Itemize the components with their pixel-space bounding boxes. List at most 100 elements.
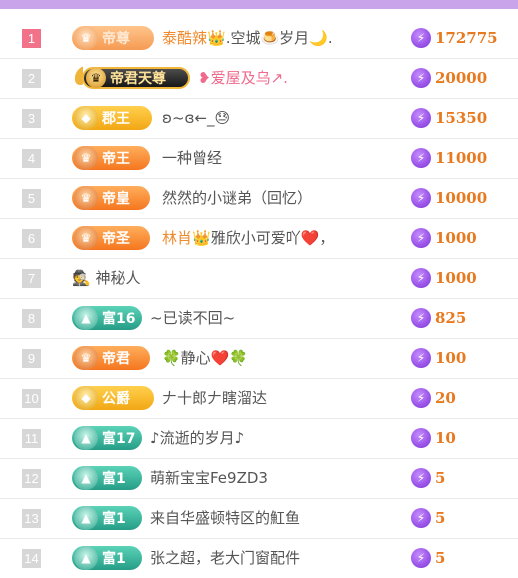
rank-number: 6 xyxy=(22,229,41,248)
lightning-coin-icon: ⚡ xyxy=(411,308,431,328)
user-name[interactable]: 然然的小谜弟（回忆） xyxy=(162,179,312,218)
crest-icon: ♛ xyxy=(74,186,98,210)
contribution-amount: 1000 xyxy=(435,269,477,287)
user-name[interactable]: 张之超，老大门窗配件 xyxy=(150,539,300,578)
crest-icon: ♛ xyxy=(74,346,98,370)
ranking-list: 1 ♛ 帝尊 泰酷辣👑.空城🍮岁月🌙. ⚡ 172775 2 ♛ 帝君天尊 ❥爱… xyxy=(0,19,518,578)
lightning-coin-icon: ⚡ xyxy=(411,348,431,368)
badge-label: 富1 xyxy=(102,511,126,527)
user-name-prefix: 林肖 xyxy=(162,229,193,247)
lightning-coin-icon: ⚡ xyxy=(411,468,431,488)
rank-number: 2 xyxy=(22,69,41,88)
crest-icon: ◆ xyxy=(74,106,98,130)
list-item[interactable]: 10 ◆ 公爵 𠂇十郎𠂇瞎溜达 ⚡ 20 xyxy=(0,379,518,419)
list-item[interactable]: 8 ▲ 富16 ~已读不回~ ⚡ 825 xyxy=(0,299,518,339)
lightning-coin-icon: ⚡ xyxy=(411,548,431,568)
level-badge: ▲ 富1 xyxy=(72,546,142,570)
wealth-icon: ▲ xyxy=(74,466,98,490)
list-item[interactable]: 1 ♛ 帝尊 泰酷辣👑.空城🍮岁月🌙. ⚡ 172775 xyxy=(0,19,518,59)
user-name[interactable]: 来自华盛顿特区的魟鱼 xyxy=(150,499,300,538)
contribution-amount: 5 xyxy=(435,549,446,567)
contribution-amount: 20000 xyxy=(435,69,488,87)
user-name[interactable]: 萌新宝宝Fe9ZD3 xyxy=(150,459,268,498)
rank-number: 4 xyxy=(22,149,41,168)
lightning-coin-icon: ⚡ xyxy=(411,428,431,448)
contribution-amount: 100 xyxy=(435,349,467,367)
list-item[interactable]: 5 ♛ 帝皇 然然的小谜弟（回忆） ⚡ 10000 xyxy=(0,179,518,219)
user-name[interactable]: 泰酷辣👑.空城🍮岁月🌙. xyxy=(162,19,333,58)
user-name[interactable]: ❥爱屋及乌↗. xyxy=(198,59,288,98)
rank-number: 9 xyxy=(22,349,41,368)
rank-number: 13 xyxy=(22,509,41,528)
lightning-coin-icon: ⚡ xyxy=(411,228,431,248)
contribution-amount: 1000 xyxy=(435,229,477,247)
user-name[interactable]: ~已读不回~ xyxy=(150,299,235,338)
rank-number: 1 xyxy=(22,29,41,48)
contribution-amount: 5 xyxy=(435,469,446,487)
level-badge: ♛ 帝尊 xyxy=(72,26,154,50)
list-item[interactable]: 9 ♛ 帝君 🍀静心❤️🍀 ⚡ 100 xyxy=(0,339,518,379)
list-item[interactable]: 14 ▲ 富1 张之超，老大门窗配件 ⚡ 5 xyxy=(0,539,518,578)
level-badge: ◆ 郡王 xyxy=(72,106,152,130)
level-badge: ▲ 富17 xyxy=(72,426,142,450)
contribution-amount: 10 xyxy=(435,429,456,447)
level-badge: ♛ 帝圣 xyxy=(72,226,150,250)
user-name-text: 👑.空城🍮岁月🌙. xyxy=(207,29,333,47)
list-item[interactable]: 11 ▲ 富17 ♪流逝的岁月♪ ⚡ 10 xyxy=(0,419,518,459)
contribution-amount: 10000 xyxy=(435,189,488,207)
user-name-text: 👑雅欣小可爱吖❤️， xyxy=(192,229,335,247)
badge-label: 帝皇 xyxy=(102,191,130,207)
level-badge: ♛ 帝皇 xyxy=(72,186,150,210)
list-item[interactable]: 2 ♛ 帝君天尊 ❥爱屋及乌↗. ⚡ 20000 xyxy=(0,59,518,99)
rank-number: 5 xyxy=(22,189,41,208)
lightning-coin-icon: ⚡ xyxy=(411,508,431,528)
level-badge: ♛ 帝君 xyxy=(72,346,150,370)
user-name[interactable]: ♪流逝的岁月♪ xyxy=(150,419,244,458)
list-item[interactable]: 13 ▲ 富1 来自华盛顿特区的魟鱼 ⚡ 5 xyxy=(0,499,518,539)
list-item[interactable]: 12 ▲ 富1 萌新宝宝Fe9ZD3 ⚡ 5 xyxy=(0,459,518,499)
badge-label: 郡王 xyxy=(102,111,130,127)
contribution-amount: 11000 xyxy=(435,149,488,167)
user-name[interactable]: 一种曾经 xyxy=(162,139,222,178)
list-item[interactable]: 6 ♛ 帝圣 林肖👑雅欣小可爱吖❤️， ⚡ 1000 xyxy=(0,219,518,259)
contribution-amount: 825 xyxy=(435,309,467,327)
user-name-text: ❥爱屋及乌↗. xyxy=(198,69,288,87)
badge-label: 帝圣 xyxy=(102,231,130,247)
rank-number: 14 xyxy=(22,549,41,568)
badge-label: 富17 xyxy=(102,431,136,447)
crest-icon: ♛ xyxy=(74,226,98,250)
badge-label: 帝王 xyxy=(102,151,130,167)
user-name[interactable]: ʚ~ɞ←_😓 xyxy=(162,99,230,138)
list-item[interactable]: 4 ♛ 帝王 一种曾经 ⚡ 11000 xyxy=(0,139,518,179)
user-name[interactable]: 🕵 神秘人 xyxy=(72,259,140,298)
list-item[interactable]: 3 ◆ 郡王 ʚ~ɞ←_😓 ⚡ 15350 xyxy=(0,99,518,139)
list-item[interactable]: 7 🕵 神秘人 ⚡ 1000 xyxy=(0,259,518,299)
lightning-coin-icon: ⚡ xyxy=(411,388,431,408)
crest-icon: ♛ xyxy=(74,146,98,170)
badge-label: 富16 xyxy=(102,311,136,327)
user-name[interactable]: 林肖👑雅欣小可爱吖❤️， xyxy=(162,219,334,258)
contribution-amount: 5 xyxy=(435,509,446,527)
rank-number: 7 xyxy=(22,269,41,288)
lightning-coin-icon: ⚡ xyxy=(411,188,431,208)
top-accent-bar xyxy=(0,0,518,9)
level-badge: ♛ 帝王 xyxy=(72,146,150,170)
rank-number: 3 xyxy=(22,109,41,128)
lightning-coin-icon: ⚡ xyxy=(411,268,431,288)
rank-number: 12 xyxy=(22,469,41,488)
lightning-coin-icon: ⚡ xyxy=(411,28,431,48)
user-name[interactable]: 𠂇十郎𠂇瞎溜达 xyxy=(162,379,267,418)
wealth-icon: ▲ xyxy=(74,306,98,330)
badge-label: 帝君天尊 xyxy=(110,71,166,87)
crest-icon: ◆ xyxy=(74,386,98,410)
level-badge: ◆ 公爵 xyxy=(72,386,154,410)
contribution-amount: 172775 xyxy=(435,29,498,47)
level-badge: ♛ 帝君天尊 xyxy=(82,67,190,89)
wealth-icon: ▲ xyxy=(74,426,98,450)
user-name[interactable]: 🍀静心❤️🍀 xyxy=(162,339,248,378)
crest-icon: ♛ xyxy=(86,68,106,88)
user-name-prefix: 泰酷辣 xyxy=(162,29,208,47)
rank-number: 10 xyxy=(22,389,41,408)
badge-label: 帝尊 xyxy=(102,31,130,47)
lightning-coin-icon: ⚡ xyxy=(411,108,431,128)
